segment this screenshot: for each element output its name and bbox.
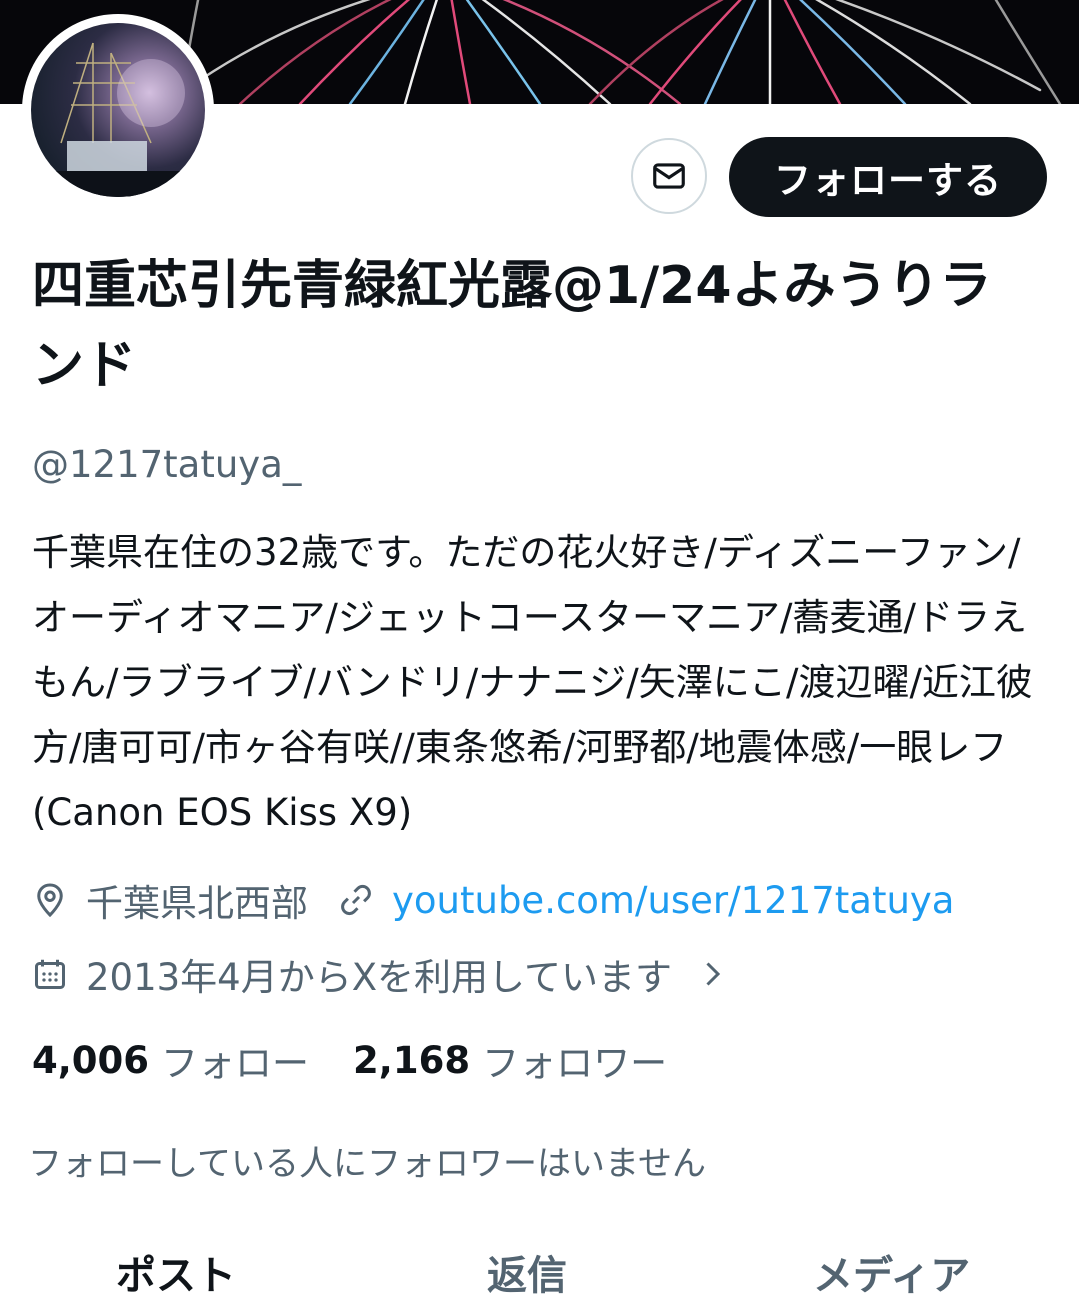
follow-stats: 4,006 フォロー 2,168 フォロワー [32, 1034, 667, 1086]
following-stat[interactable]: 4,006 フォロー [32, 1033, 309, 1087]
profile-bio: 千葉県在住の32歳です。ただの花火好き/ディズニーファン/オーディオマニア/ジェ… [32, 531, 1033, 834]
tab-posts[interactable]: ポスト [116, 1248, 236, 1304]
calendar-icon [32, 956, 68, 992]
follow-button[interactable]: フォローする [729, 137, 1047, 217]
joined-text: 2013年4月からXを利用しています [86, 956, 672, 999]
follow-button-label: フォローする [774, 159, 1002, 202]
user-handle: @1217tatuya_ [32, 443, 302, 486]
chevron-right-icon [694, 956, 730, 992]
link-icon [338, 882, 374, 918]
envelope-icon [653, 163, 685, 189]
mutual-followers-note: フォローしている人にフォロワーはいません [28, 1144, 706, 1184]
location-pin-icon [32, 882, 68, 918]
followers-count: 2,168 [353, 1038, 471, 1082]
profile-meta-row: 千葉県北西部 youtube.com/user/1217tatuya [32, 874, 954, 926]
tab-media[interactable]: メディア [813, 1248, 970, 1304]
following-count: 4,006 [32, 1038, 150, 1082]
display-name: 四重芯引先青緑紅光露@1/24よみうりランド [32, 256, 992, 396]
joined-row[interactable]: 2013年4月からXを利用しています [32, 948, 730, 1000]
profile-tabs: ポスト 返信 メディア [0, 1240, 1079, 1309]
location-text: 千葉県北西部 [86, 882, 308, 925]
following-label: フォロー [161, 1042, 310, 1085]
profile-avatar[interactable] [22, 14, 214, 206]
avatar-image [31, 23, 205, 197]
tab-replies[interactable]: 返信 [487, 1248, 567, 1304]
website-link[interactable]: youtube.com/user/1217tatuya [392, 879, 954, 922]
message-button[interactable] [631, 138, 707, 214]
followers-stat[interactable]: 2,168 フォロワー [353, 1033, 667, 1087]
followers-label: フォロワー [482, 1042, 668, 1085]
